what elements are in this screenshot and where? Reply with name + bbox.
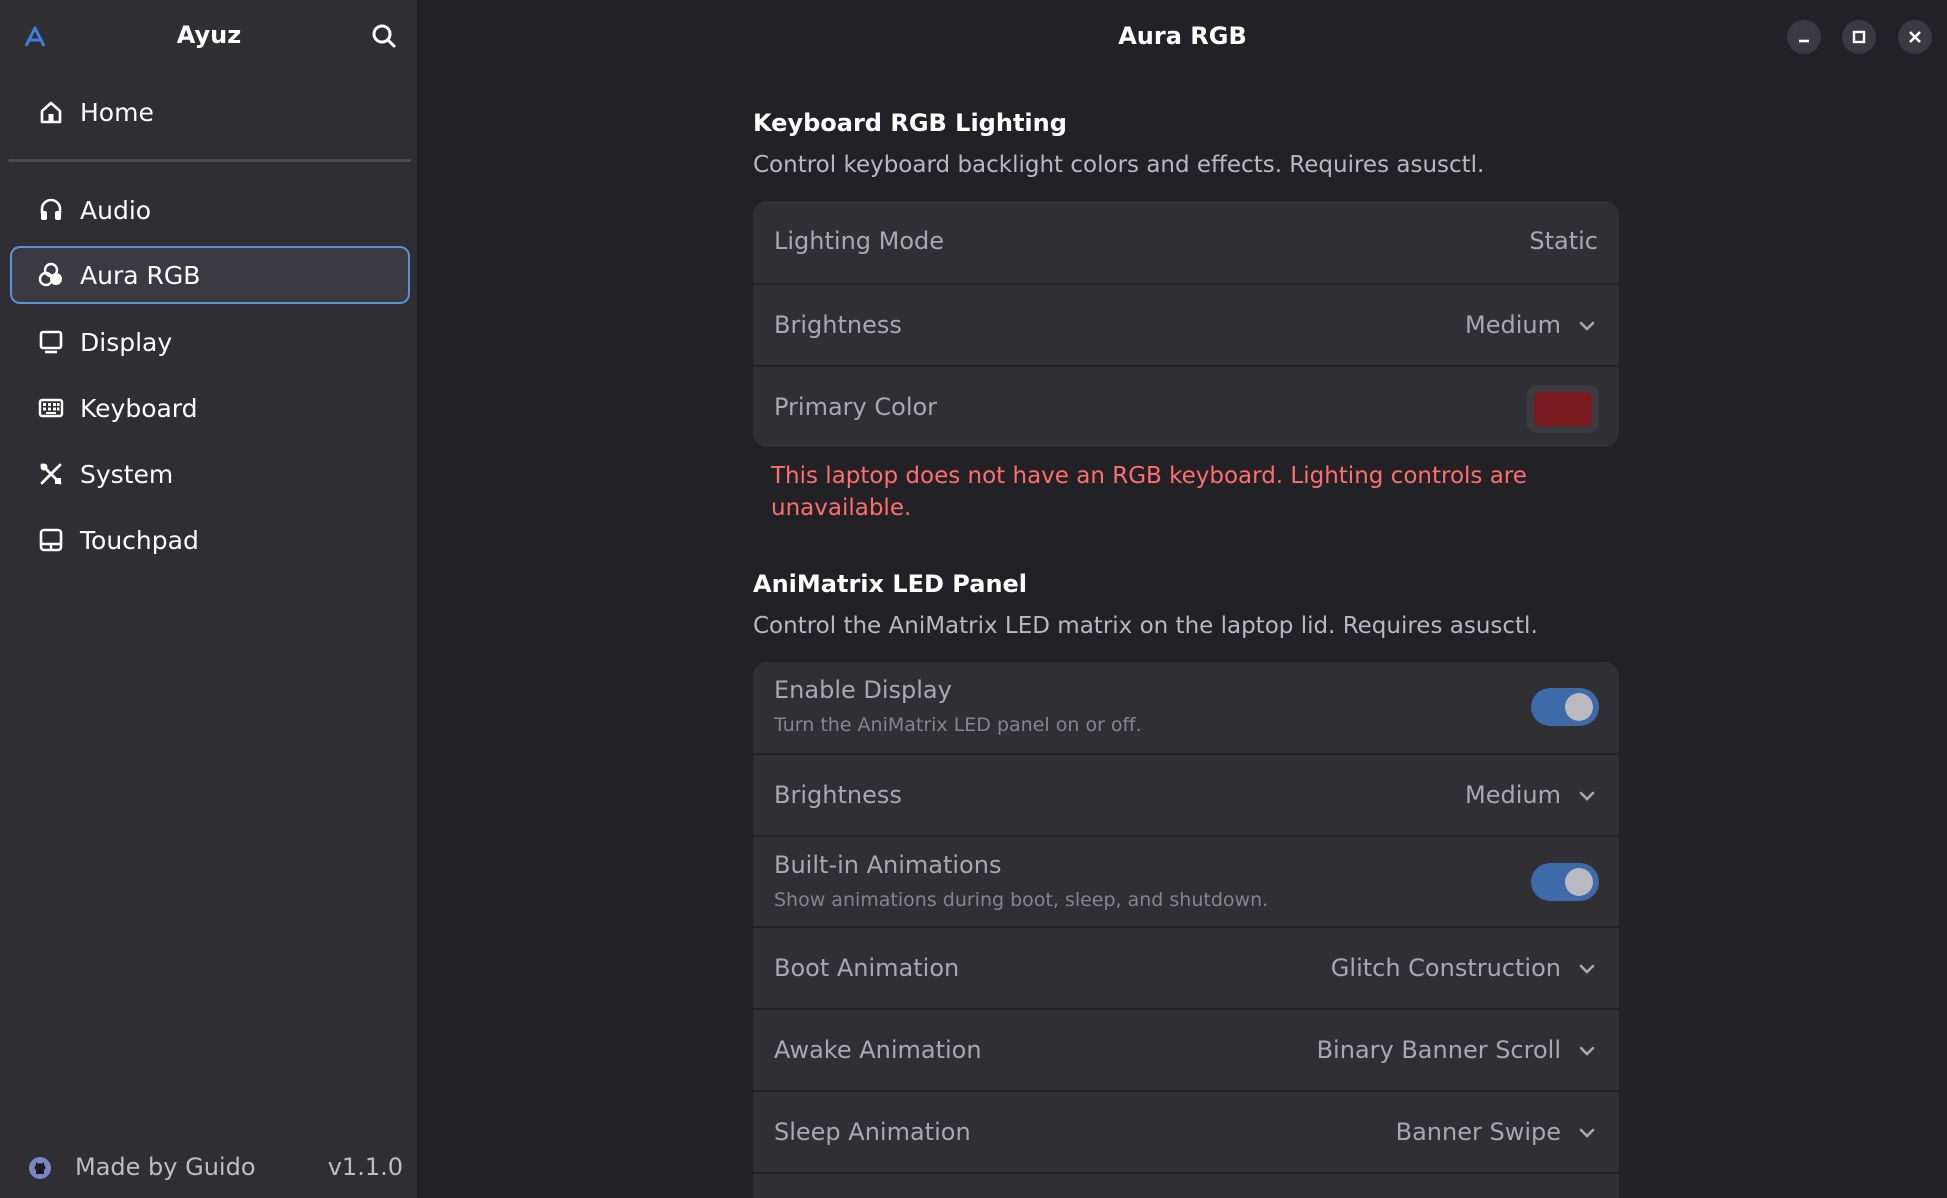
primary-color-row: Primary Color: [753, 365, 1619, 447]
lighting-mode-label: Lighting Mode: [774, 227, 945, 255]
version-text: v1.1.0: [327, 1153, 403, 1181]
sleep-animation-value[interactable]: Banner Swipe: [1396, 1118, 1561, 1146]
keyboard-section-title: Keyboard RGB Lighting: [753, 109, 1067, 137]
sidebar-item-label: Keyboard: [80, 393, 198, 423]
sidebar-item-system[interactable]: System: [10, 445, 410, 503]
sidebar-item-label: Display: [80, 327, 173, 357]
app-window: Ayuz Home Audio Aura RGB Display Keyboar…: [0, 0, 1947, 1198]
sidebar-item-keyboard[interactable]: Keyboard: [10, 379, 410, 437]
awake-animation-value[interactable]: Binary Banner Scroll: [1317, 1036, 1561, 1064]
animatrix-brightness-label: Brightness: [774, 781, 902, 809]
search-button[interactable]: [368, 20, 400, 52]
sidebar-item-home[interactable]: Home: [10, 83, 410, 141]
maximize-button[interactable]: [1842, 20, 1876, 54]
made-by-text: Made by Guido: [75, 1153, 256, 1181]
sidebar-divider: [8, 159, 411, 162]
animatrix-brightness-row[interactable]: Brightness Medium: [753, 753, 1619, 835]
lighting-mode-value: Static: [1529, 227, 1598, 255]
main-content: Aura RGB Keyboard RGB Lighting Control k…: [418, 0, 1947, 1198]
maximize-icon: [1852, 30, 1866, 44]
sidebar-item-label: Audio: [80, 195, 152, 225]
sleep-animation-row[interactable]: Sleep Animation Banner Swipe: [753, 1090, 1619, 1172]
sidebar: Ayuz Home Audio Aura RGB Display Keyboar…: [0, 0, 418, 1198]
animatrix-section-description: Control the AniMatrix LED matrix on the …: [753, 613, 1538, 639]
builtin-animations-row: Built-in Animations Show animations duri…: [753, 835, 1619, 926]
chevron-down-icon: [1579, 791, 1595, 801]
toggle-knob: [1565, 693, 1593, 721]
keyboard-brightness-row[interactable]: Brightness Medium: [753, 283, 1619, 365]
chevron-down-icon: [1579, 1128, 1595, 1138]
sidebar-header: Ayuz: [0, 0, 418, 72]
close-icon: [1909, 31, 1921, 43]
sidebar-item-label: Home: [80, 97, 154, 127]
window-title: Aura RGB: [1118, 22, 1247, 50]
touchpad-icon: [39, 528, 63, 552]
sidebar-item-label: System: [80, 459, 174, 489]
primary-color-label: Primary Color: [774, 393, 938, 421]
boot-animation-value[interactable]: Glitch Construction: [1331, 954, 1561, 982]
sleep-animation-label: Sleep Animation: [774, 1118, 971, 1146]
app-title: Ayuz: [176, 21, 242, 49]
builtin-animations-toggle[interactable]: [1531, 863, 1599, 901]
primary-color-button[interactable]: [1527, 385, 1599, 433]
sidebar-item-audio[interactable]: Audio: [10, 181, 410, 239]
close-button[interactable]: [1898, 20, 1932, 54]
search-icon: [372, 24, 396, 48]
monitor-icon: [39, 330, 63, 354]
sidebar-item-label: Aura RGB: [80, 260, 201, 290]
boot-animation-row[interactable]: Boot Animation Glitch Construction: [753, 926, 1619, 1008]
keyboard-brightness-label: Brightness: [774, 311, 902, 339]
lighting-mode-row: Lighting Mode Static: [753, 201, 1619, 283]
sidebar-item-touchpad[interactable]: Touchpad: [10, 511, 410, 569]
rgb-circles-icon: [38, 262, 62, 287]
awake-animation-label: Awake Animation: [774, 1036, 982, 1064]
headphones-icon: [40, 198, 62, 220]
sidebar-item-label: Touchpad: [80, 525, 199, 555]
toggle-knob: [1565, 868, 1593, 896]
enable-display-toggle[interactable]: [1531, 688, 1599, 726]
rgb-unavailable-error: This laptop does not have an RGB keyboar…: [771, 463, 1527, 521]
builtin-animations-label: Built-in Animations: [774, 851, 1002, 879]
color-swatch: [1534, 392, 1592, 426]
animatrix-settings-group: Enable Display Turn the AniMatrix LED pa…: [753, 662, 1619, 1198]
keyboard-brightness-value[interactable]: Medium: [1465, 311, 1561, 339]
chevron-down-icon: [1579, 321, 1595, 331]
keyboard-settings-group: Lighting Mode Static Brightness Medium P…: [753, 201, 1619, 447]
minimize-button[interactable]: [1787, 20, 1821, 54]
keyboard-section-description: Control keyboard backlight colors and ef…: [753, 152, 1485, 178]
animatrix-section-title: AniMatrix LED Panel: [753, 570, 1028, 598]
home-icon: [40, 101, 62, 124]
minimize-icon: [1799, 39, 1809, 43]
sidebar-item-display[interactable]: Display: [10, 313, 410, 371]
keyboard-icon: [38, 398, 64, 418]
chevron-down-icon: [1579, 1046, 1595, 1056]
github-icon[interactable]: [28, 1156, 52, 1180]
animatrix-brightness-value[interactable]: Medium: [1465, 781, 1561, 809]
awake-animation-row[interactable]: Awake Animation Binary Banner Scroll: [753, 1008, 1619, 1090]
builtin-animations-subtitle: Show animations during boot, sleep, and …: [774, 889, 1269, 911]
enable-display-label: Enable Display: [774, 676, 952, 704]
enable-display-subtitle: Turn the AniMatrix LED panel on or off.: [774, 714, 1142, 736]
next-row-partial: [753, 1172, 1619, 1198]
sidebar-footer: Made by Guido v1.1.0: [0, 1140, 418, 1196]
boot-animation-label: Boot Animation: [774, 954, 960, 982]
sidebar-item-aura-rgb[interactable]: Aura RGB: [10, 246, 410, 304]
enable-display-row: Enable Display Turn the AniMatrix LED pa…: [753, 662, 1619, 753]
chevron-down-icon: [1579, 964, 1595, 974]
tools-icon: [40, 463, 62, 485]
